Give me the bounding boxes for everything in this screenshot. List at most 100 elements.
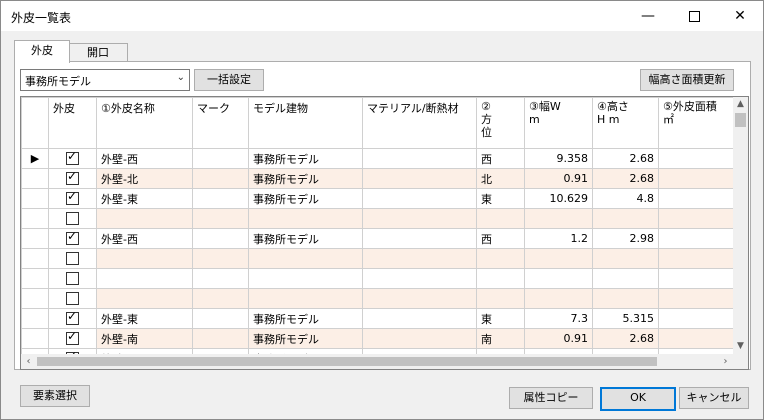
column-header[interactable]: ①外皮名称 bbox=[96, 97, 193, 149]
row-header[interactable] bbox=[21, 168, 49, 189]
bulk-setting-button[interactable]: 一括設定 bbox=[194, 69, 264, 91]
scroll-up-icon[interactable]: ▲ bbox=[733, 97, 748, 112]
cell-material[interactable] bbox=[362, 248, 477, 269]
cell-model[interactable]: 事務所モデル bbox=[248, 168, 363, 189]
cell-direction[interactable]: 北 bbox=[476, 168, 525, 189]
scroll-left-icon[interactable]: ‹ bbox=[21, 354, 36, 369]
row-checkbox[interactable] bbox=[66, 330, 79, 346]
cell-model[interactable]: 事務所モデル bbox=[248, 228, 363, 249]
row-checkbox[interactable] bbox=[66, 252, 79, 266]
checkbox-cell[interactable] bbox=[48, 308, 97, 329]
checkbox-cell[interactable] bbox=[48, 268, 97, 289]
column-header[interactable]: 外皮 bbox=[48, 97, 97, 149]
row-checkbox[interactable] bbox=[66, 170, 79, 186]
cell-direction[interactable]: 西 bbox=[476, 148, 525, 169]
cell-area[interactable]: 38.79 bbox=[658, 308, 733, 329]
row-header[interactable] bbox=[21, 268, 49, 289]
vertical-scroll-thumb[interactable] bbox=[735, 113, 746, 127]
row-header[interactable] bbox=[21, 188, 49, 209]
checkbox-cell[interactable] bbox=[48, 208, 97, 229]
cell-mark[interactable] bbox=[192, 308, 249, 329]
column-header[interactable]: モデル建物 bbox=[248, 97, 363, 149]
cell-height[interactable]: 2.98 bbox=[592, 228, 659, 249]
checkbox-cell[interactable] bbox=[48, 288, 97, 309]
cell-height[interactable] bbox=[592, 248, 659, 269]
column-header[interactable]: ③幅W m bbox=[524, 97, 593, 149]
cell-width[interactable]: 0.91 bbox=[524, 168, 593, 189]
table-row[interactable]: 外壁-東 事務所モデル 東10.6294.851.01 bbox=[21, 188, 733, 209]
cell-material[interactable] bbox=[362, 168, 477, 189]
cell-name[interactable] bbox=[96, 268, 193, 289]
cell-name[interactable]: 外壁-西 bbox=[96, 148, 193, 169]
table-row[interactable] bbox=[21, 248, 733, 269]
select-elements-button[interactable]: 要素選択 bbox=[20, 385, 90, 407]
cell-model[interactable] bbox=[248, 288, 363, 309]
checkbox-cell[interactable] bbox=[48, 148, 97, 169]
cell-mark[interactable] bbox=[192, 228, 249, 249]
cell-mark[interactable] bbox=[192, 148, 249, 169]
column-header[interactable]: ② 方 位 bbox=[476, 97, 525, 149]
minimize-button[interactable]: — bbox=[625, 1, 671, 31]
row-header[interactable] bbox=[21, 248, 49, 269]
checkbox-cell[interactable] bbox=[48, 228, 97, 249]
cell-direction[interactable] bbox=[476, 268, 525, 289]
table-row[interactable]: 外壁-北 事務所モデル 北0.912.682.43 bbox=[21, 168, 733, 189]
column-header[interactable]: マテリアル/断熱材 bbox=[362, 97, 477, 149]
row-header[interactable] bbox=[21, 208, 49, 229]
cell-material[interactable] bbox=[362, 208, 477, 229]
cell-area[interactable] bbox=[658, 268, 733, 289]
cell-direction[interactable]: 東 bbox=[476, 188, 525, 209]
horizontal-scrollbar[interactable]: ‹ › bbox=[21, 354, 733, 369]
table-row[interactable] bbox=[21, 208, 733, 229]
cell-mark[interactable] bbox=[192, 328, 249, 349]
cell-width[interactable]: 1.2 bbox=[524, 228, 593, 249]
cell-mark[interactable] bbox=[192, 248, 249, 269]
row-header[interactable] bbox=[21, 328, 49, 349]
checkbox-cell[interactable] bbox=[48, 188, 97, 209]
cell-material[interactable] bbox=[362, 228, 477, 249]
column-header[interactable]: ④高さ H m bbox=[592, 97, 659, 149]
cell-area[interactable] bbox=[658, 208, 733, 229]
row-header[interactable]: ▶ bbox=[21, 148, 49, 169]
close-button[interactable]: ✕ bbox=[717, 1, 763, 31]
vertical-scrollbar[interactable]: ▲ ▼ bbox=[733, 97, 748, 354]
tab-kaikou[interactable]: 開口 bbox=[68, 43, 128, 62]
cell-area[interactable]: 2.43 bbox=[658, 328, 733, 349]
cancel-button[interactable]: キャンセル bbox=[679, 387, 749, 409]
ok-button[interactable]: OK bbox=[600, 387, 676, 411]
cell-height[interactable] bbox=[592, 268, 659, 289]
column-header[interactable]: ⑤外皮面積 ㎡ bbox=[658, 97, 733, 149]
cell-name[interactable]: 外壁-東 bbox=[96, 188, 193, 209]
cell-direction[interactable]: 東 bbox=[476, 308, 525, 329]
checkbox-cell[interactable] bbox=[48, 328, 97, 349]
cell-mark[interactable] bbox=[192, 168, 249, 189]
table-row[interactable] bbox=[21, 288, 733, 309]
cell-width[interactable] bbox=[524, 248, 593, 269]
cell-mark[interactable] bbox=[192, 268, 249, 289]
row-checkbox[interactable] bbox=[66, 310, 79, 326]
cell-model[interactable]: 事務所モデル bbox=[248, 148, 363, 169]
cell-name[interactable]: 外壁-南 bbox=[96, 328, 193, 349]
cell-height[interactable]: 5.315 bbox=[592, 308, 659, 329]
row-checkbox[interactable] bbox=[66, 190, 79, 206]
cell-width[interactable]: 0.91 bbox=[524, 328, 593, 349]
checkbox-cell[interactable] bbox=[48, 248, 97, 269]
table-row[interactable] bbox=[21, 268, 733, 289]
cell-height[interactable]: 2.68 bbox=[592, 168, 659, 189]
table-row[interactable]: 外壁-西 事務所モデル 西1.22.983.5 bbox=[21, 228, 733, 249]
cell-model[interactable]: 事務所モデル bbox=[248, 308, 363, 329]
cell-direction[interactable]: 南 bbox=[476, 328, 525, 349]
copy-attributes-button[interactable]: 属性コピー bbox=[509, 387, 593, 409]
maximize-button[interactable] bbox=[671, 1, 717, 31]
cell-mark[interactable] bbox=[192, 288, 249, 309]
cell-material[interactable] bbox=[362, 308, 477, 329]
cell-area[interactable]: 51.01 bbox=[658, 188, 733, 209]
tab-gaihi[interactable]: 外皮 bbox=[14, 40, 70, 63]
cell-height[interactable]: 2.68 bbox=[592, 148, 659, 169]
cell-name[interactable] bbox=[96, 208, 193, 229]
cell-model[interactable]: 事務所モデル bbox=[248, 328, 363, 349]
cell-area[interactable]: 3.5 bbox=[658, 228, 733, 249]
row-checkbox[interactable] bbox=[66, 292, 79, 306]
cell-name[interactable]: 外壁-北 bbox=[96, 168, 193, 189]
cell-area[interactable] bbox=[658, 288, 733, 309]
